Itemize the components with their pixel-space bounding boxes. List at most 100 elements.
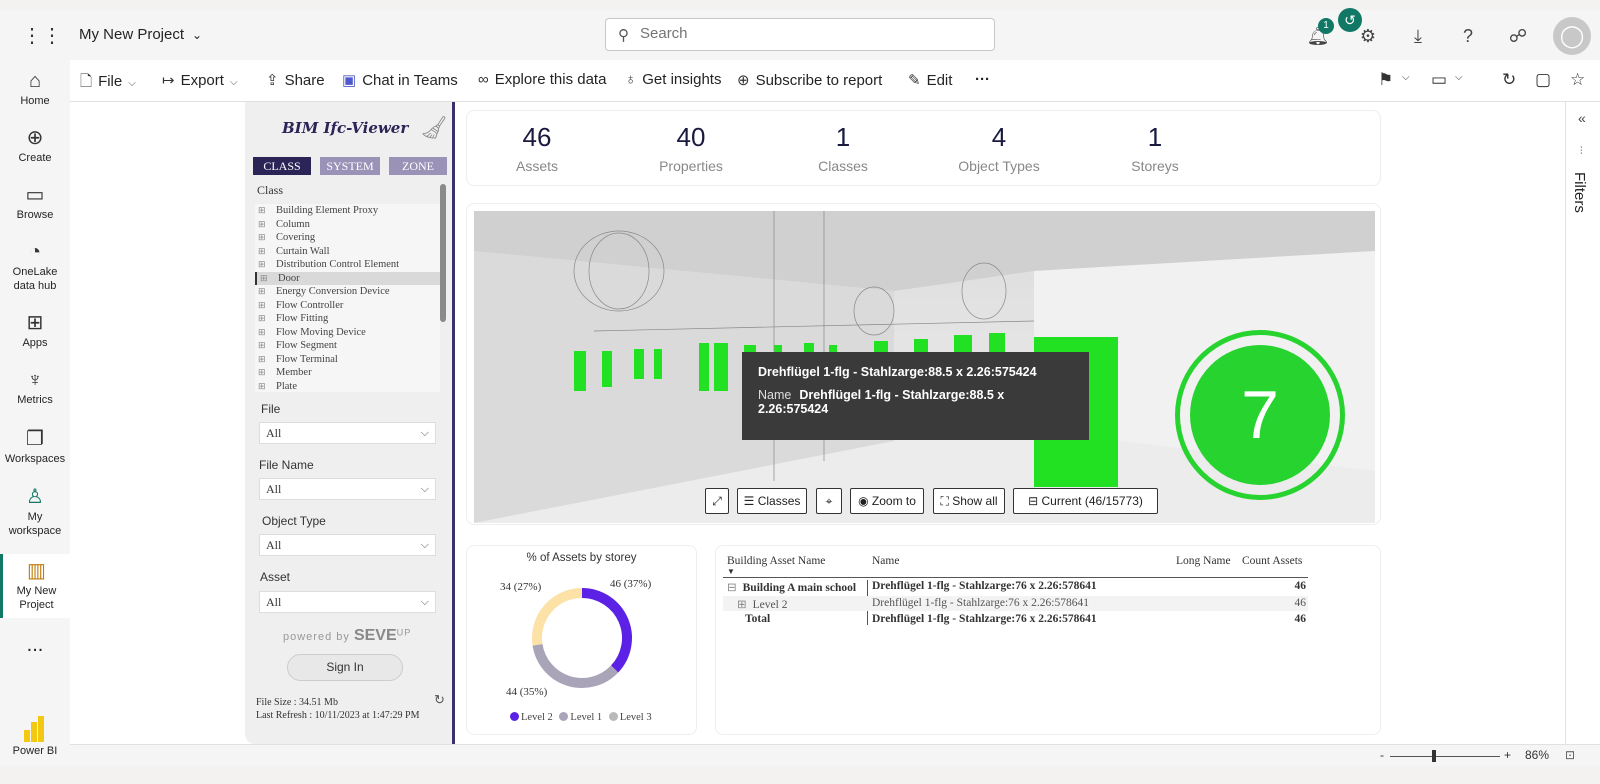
expand-icon[interactable]: ⊞ [258,353,266,367]
nav-home[interactable]: ⌂ Home [0,68,70,108]
expand-icon[interactable]: ⊞ [258,285,266,299]
edit-button[interactable]: ✎ Edit [908,71,952,89]
app-launcher-icon[interactable]: ⋮⋮ [22,24,62,48]
expand-icon[interactable]: ⊞ [258,299,266,313]
bookmark-icon[interactable]: ⚑ [1378,70,1393,90]
class-list-item[interactable]: ⊞ Flow Segment [255,339,440,353]
chat-in-teams-button[interactable]: ▣ Chat in Teams [342,71,458,89]
refresh-icon[interactable]: ↻ [1502,70,1516,90]
export-menu[interactable]: ↦ Export ⌵ [162,71,238,89]
class-list-item[interactable]: ⊞ Curtain Wall [255,245,440,259]
col-header-long-name[interactable]: Long Name [1176,555,1231,567]
class-list-item[interactable]: ⊞ Member [255,366,440,380]
expand-icon[interactable]: ⊞ [258,312,266,326]
filter-file-select[interactable]: All ⌵ [259,422,436,444]
class-list-item[interactable]: ⊞ Energy Conversion Device [255,285,440,299]
col-header-name[interactable]: Name [872,555,899,567]
legend-item[interactable]: Level 2 [521,712,553,723]
expand-icon[interactable]: ⊞ [258,218,266,232]
donut-slice-level-1[interactable] [532,643,619,688]
nav-apps[interactable]: ⊞ Apps [0,310,70,350]
expand-icon[interactable]: ⊞ [258,380,266,393]
nav-workspaces[interactable]: ❐ Workspaces [0,426,70,466]
get-insights-button[interactable]: ♁ Get insights [625,71,721,88]
share-feedback-icon[interactable]: ☍ [1506,24,1530,48]
class-list-scrollbar[interactable] [440,184,446,322]
sort-down-icon[interactable]: ▼ [727,567,735,576]
expand-icon[interactable]: ⊞ [258,245,266,259]
donut-slice-level-3[interactable] [532,588,583,646]
tab-class[interactable]: CLASS [253,157,311,175]
tab-system[interactable]: SYSTEM [320,157,380,175]
share-button[interactable]: ⇪ Share [266,71,325,89]
view-icon[interactable]: ▭ [1431,70,1447,90]
class-list-item[interactable]: ⊞ Flow Controller [255,299,440,313]
class-list-item[interactable]: ⊞ Flow Fitting [255,312,440,326]
download-icon[interactable]: ⤓ [1406,24,1430,48]
filter-asset-select[interactable]: All ⌵ [259,591,436,613]
expand-icon[interactable]: ⊞ [260,272,268,286]
zoom-in-button[interactable]: + [1504,748,1511,762]
target-button[interactable]: ⌖ [816,488,842,514]
explore-data-button[interactable]: ∞ Explore this data [478,71,606,88]
file-menu[interactable]: 🗋 File ⌵ [80,71,136,96]
current-button[interactable]: ⊟ Current (46/15773) [1013,488,1158,514]
avatar[interactable]: ◯ [1553,17,1591,55]
clear-filter-icon[interactable]: 🧹︎ [420,115,448,141]
col-header-count[interactable]: Count Assets [1242,555,1302,567]
expand-icon[interactable]: ⊞ [258,366,266,380]
nav-my-workspace[interactable]: ♙ My workspace [0,484,70,538]
chevron-down-icon[interactable]: ⌵ [1402,72,1410,83]
filters-pane[interactable]: « ⫶ Filters [1565,102,1600,744]
table-row[interactable]: ⊞ Level 2 [737,597,787,611]
class-list-item[interactable]: ⊞ Plate [255,380,440,393]
classes-button[interactable]: ☰ Classes [737,488,807,514]
expand-icon[interactable]: ⊞ [258,258,266,272]
filter-objecttype-select[interactable]: All ⌵ [259,534,436,556]
expand-icon[interactable]: ⊞ [737,599,747,611]
class-list[interactable]: ⊞ Building Element Proxy ⊞ Column ⊞ Covering ⊞… [255,204,440,392]
zoom-slider[interactable] [1390,756,1500,757]
chevron-down-icon[interactable]: ⌵ [1455,72,1463,83]
refresh-icon[interactable]: ↻ [434,692,445,708]
expand-icon[interactable]: ⊞ [258,204,266,218]
nav-more[interactable]: ... [0,635,70,655]
filter-filename-select[interactable]: All ⌵ [259,478,436,500]
legend-item[interactable]: Level 1 [570,712,602,723]
nav-onelake[interactable]: ◔ OneLake data hub [0,239,70,293]
zoom-to-button[interactable]: ◉ Zoom to [850,488,924,514]
sign-in-button[interactable]: Sign In [287,654,403,681]
search-box[interactable]: ⚲ [605,18,995,51]
subscribe-button[interactable]: ⊕ Subscribe to report [737,71,882,89]
search-input[interactable] [640,25,980,42]
collapse-icon[interactable]: « [1578,110,1586,126]
fit-page-icon[interactable]: ⊡ [1565,748,1575,762]
project-selector[interactable]: My New Project ⌄ [79,26,202,43]
class-list-item[interactable]: ⊞ Door [255,271,440,286]
zoom-slider-thumb[interactable] [1432,750,1436,762]
class-list-item[interactable]: ⊞ Flow Moving Device [255,326,440,340]
tab-zone[interactable]: ZONE [389,157,447,175]
nav-browse[interactable]: ▭ Browse [0,182,70,222]
legend-item[interactable]: Level 3 [620,712,652,723]
expand-icon[interactable]: ⊞ [258,339,266,353]
class-list-item[interactable]: ⊞ Column [255,218,440,232]
collapse-icon[interactable]: ⊟ [727,582,737,594]
fullscreen-button[interactable]: ⤢ [705,488,729,514]
col-header-building-asset[interactable]: Building Asset Name [727,555,825,567]
donut-slice-level-2[interactable] [581,588,632,673]
nav-create[interactable]: ⊕ Create [0,125,70,165]
class-list-item[interactable]: ⊞ Building Element Proxy [255,204,440,218]
class-list-item[interactable]: ⊞ Covering [255,231,440,245]
expand-icon[interactable]: ⊞ [258,326,266,340]
nav-my-new-project[interactable]: ▥ My New Project [0,554,70,618]
more-options-button[interactable]: ··· [975,71,990,88]
comment-icon[interactable]: ▢ [1535,70,1551,90]
table-row[interactable]: ⊟ Building A main school [727,580,856,594]
class-list-item[interactable]: ⊞ Flow Terminal [255,353,440,367]
gear-icon[interactable]: ⚙ [1356,24,1380,48]
favorite-icon[interactable]: ☆ [1570,70,1585,90]
zoom-out-button[interactable]: - [1380,748,1384,762]
nav-metrics[interactable]: ♆ Metrics [0,367,70,407]
expand-icon[interactable]: ⊞ [258,231,266,245]
